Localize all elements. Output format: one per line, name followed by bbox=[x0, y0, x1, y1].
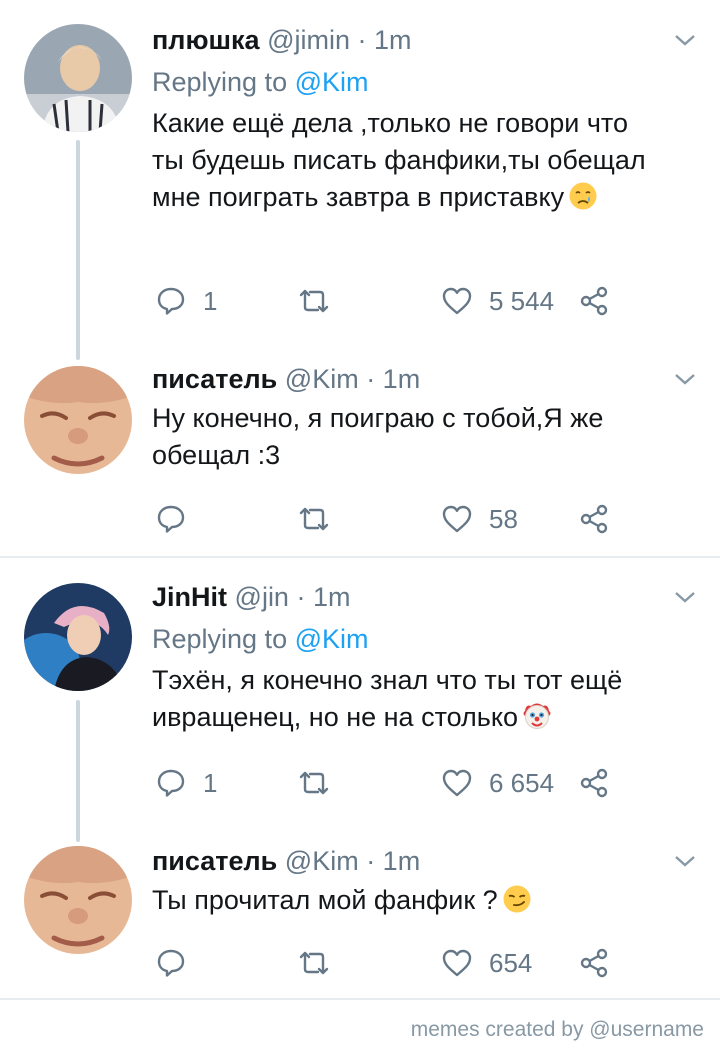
like-button[interactable]: 6 654 bbox=[441, 765, 554, 801]
mention-link[interactable]: @Kim bbox=[295, 67, 369, 97]
conversation-divider bbox=[0, 998, 720, 1000]
tweet-actions: 654 bbox=[155, 945, 625, 981]
tweet-header: плюшка @jimin · 1m bbox=[152, 23, 656, 57]
chevron-down-icon[interactable] bbox=[674, 33, 696, 47]
tweet-actions: 58 bbox=[155, 501, 625, 537]
tweet[interactable]: JinHit @jin · 1m Replying to @Kim Тэхён,… bbox=[0, 580, 720, 736]
handle-and-time[interactable]: @Kim · 1m bbox=[285, 846, 420, 876]
display-name[interactable]: писатель bbox=[152, 364, 277, 394]
heart-icon bbox=[442, 287, 472, 315]
replying-label: Replying to bbox=[152, 67, 295, 97]
like-count: 5 544 bbox=[489, 285, 555, 316]
retweet-icon bbox=[299, 771, 329, 795]
crying-face-icon bbox=[568, 181, 598, 211]
reply-icon bbox=[157, 769, 185, 797]
tweet-text: Ты прочитал мой фанфик ? bbox=[152, 882, 656, 919]
replying-to: Replying to @Kim bbox=[152, 65, 656, 99]
retweet-icon bbox=[299, 951, 329, 975]
retweet-icon bbox=[299, 289, 329, 313]
tweet-text-body: Ну конечно, я поиграю с тобой,Я же обеща… bbox=[152, 403, 604, 470]
tweet[interactable]: плюшка @jimin · 1m Replying to @Kim Каки… bbox=[0, 23, 720, 216]
retweet-button[interactable] bbox=[298, 945, 346, 981]
conversation-divider bbox=[0, 556, 720, 558]
handle-and-time[interactable]: @jin · 1m bbox=[235, 582, 351, 612]
tweet-actions: 1 6 654 bbox=[155, 765, 625, 801]
reply-button[interactable] bbox=[155, 945, 203, 981]
tweet[interactable]: писатель @Kim · 1m Ты прочитал мой фанфи… bbox=[0, 844, 720, 919]
display-name[interactable]: писатель bbox=[152, 846, 277, 876]
share-icon bbox=[580, 504, 608, 534]
heart-icon bbox=[442, 505, 472, 533]
chevron-down-icon[interactable] bbox=[674, 372, 696, 386]
smirking-face-icon bbox=[502, 884, 532, 914]
chevron-down-icon[interactable] bbox=[674, 854, 696, 868]
tweet-header: писатель @Kim · 1m bbox=[152, 362, 656, 396]
tweet-text: Какие ещё дела ,только не говори что ты … bbox=[152, 105, 656, 216]
like-count: 6 654 bbox=[489, 767, 555, 798]
retweet-icon bbox=[299, 507, 329, 531]
chevron-down-icon[interactable] bbox=[674, 590, 696, 604]
like-button[interactable]: 5 544 bbox=[441, 283, 554, 319]
tweet-actions: 1 5 544 bbox=[155, 283, 625, 319]
clown-face-icon bbox=[522, 701, 552, 731]
like-count: 654 bbox=[489, 947, 533, 978]
like-button[interactable]: 58 bbox=[441, 501, 518, 537]
reply-icon bbox=[157, 287, 185, 315]
handle-and-time[interactable]: @Kim · 1m bbox=[285, 364, 420, 394]
mention-link[interactable]: @Kim bbox=[295, 624, 369, 654]
display-name[interactable]: плюшка bbox=[152, 25, 260, 55]
retweet-button[interactable] bbox=[298, 501, 346, 537]
replying-to: Replying to @Kim bbox=[152, 622, 656, 656]
reply-button[interactable] bbox=[155, 501, 203, 537]
reply-button[interactable]: 1 bbox=[155, 283, 217, 319]
heart-icon bbox=[442, 949, 472, 977]
tweet-header: писатель @Kim · 1m bbox=[152, 844, 656, 878]
like-count: 58 bbox=[489, 503, 518, 534]
tweet-text: Тэхён, я конечно знал что ты тот ещё ивр… bbox=[152, 662, 656, 736]
share-button[interactable] bbox=[578, 501, 610, 537]
share-button[interactable] bbox=[578, 283, 610, 319]
replying-label: Replying to bbox=[152, 624, 295, 654]
reply-count: 1 bbox=[203, 767, 218, 798]
tweet-header: JinHit @jin · 1m bbox=[152, 580, 656, 614]
reply-icon bbox=[157, 505, 185, 533]
tweet[interactable]: писатель @Kim · 1m Ну конечно, я поиграю… bbox=[0, 362, 720, 474]
reply-count: 1 bbox=[203, 285, 218, 316]
tweet-text: Ну конечно, я поиграю с тобой,Я же обеща… bbox=[152, 400, 656, 474]
handle-and-time[interactable]: @jimin · 1m bbox=[267, 25, 411, 55]
like-button[interactable]: 654 bbox=[441, 945, 532, 981]
retweet-button[interactable] bbox=[298, 765, 346, 801]
reply-button[interactable]: 1 bbox=[155, 765, 217, 801]
share-button[interactable] bbox=[578, 765, 610, 801]
heart-icon bbox=[442, 769, 472, 797]
display-name[interactable]: JinHit bbox=[152, 582, 227, 612]
tweet-text-body: Ты прочитал мой фанфик ? bbox=[152, 885, 498, 915]
share-icon bbox=[580, 286, 608, 316]
share-icon bbox=[580, 948, 608, 978]
retweet-button[interactable] bbox=[298, 283, 346, 319]
share-icon bbox=[580, 768, 608, 798]
share-button[interactable] bbox=[578, 945, 610, 981]
watermark-caption: memes created by @username bbox=[410, 1018, 704, 1041]
reply-icon bbox=[157, 949, 185, 977]
